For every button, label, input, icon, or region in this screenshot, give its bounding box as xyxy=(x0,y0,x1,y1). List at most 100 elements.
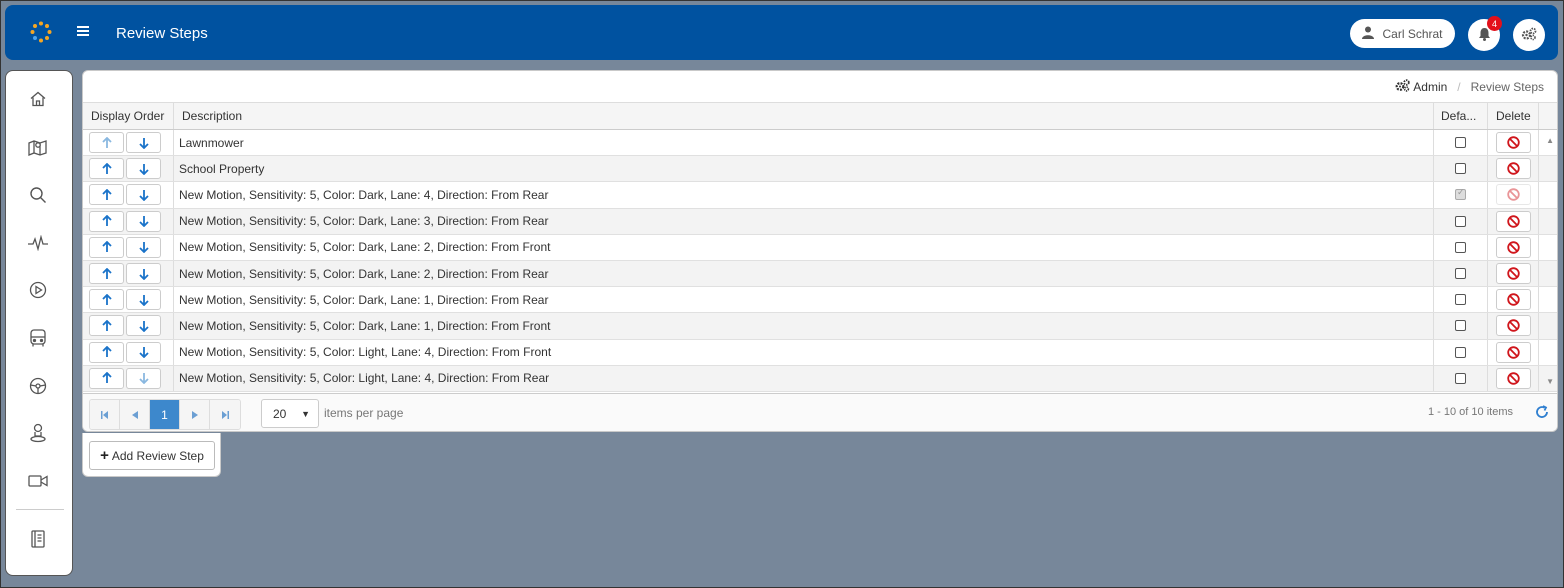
page-number-button[interactable]: 1 xyxy=(150,400,180,429)
move-down-button[interactable] xyxy=(126,184,161,206)
add-review-step-button[interactable]: + Add Review Step xyxy=(89,441,215,470)
description-cell: School Property xyxy=(174,156,1434,182)
move-up-button[interactable] xyxy=(89,184,124,206)
ban-icon xyxy=(1506,372,1520,385)
activity-icon[interactable] xyxy=(26,231,50,255)
arrow-up-icon xyxy=(101,215,112,227)
user-name: Carl Schrat xyxy=(1382,26,1443,41)
move-down-button[interactable] xyxy=(126,289,161,311)
move-up-button[interactable] xyxy=(89,132,124,154)
user-menu-button[interactable]: Carl Schrat xyxy=(1350,19,1455,48)
home-icon[interactable] xyxy=(26,87,50,111)
plus-icon: + xyxy=(100,447,109,464)
default-checkbox[interactable] xyxy=(1455,241,1466,253)
driver-icon[interactable] xyxy=(26,421,50,445)
default-checkbox[interactable] xyxy=(1455,294,1466,306)
move-up-button[interactable] xyxy=(89,289,124,311)
delete-button[interactable] xyxy=(1495,158,1531,180)
menu-toggle-icon[interactable] xyxy=(77,23,95,41)
move-up-button[interactable] xyxy=(89,315,124,337)
table-row[interactable]: New Motion, Sensitivity: 5, Color: Dark,… xyxy=(83,260,1557,288)
move-up-button[interactable] xyxy=(89,367,124,389)
play-icon[interactable] xyxy=(26,278,50,302)
arrow-up-icon xyxy=(101,188,112,200)
page-size-select[interactable]: 20 ▼ xyxy=(261,399,319,428)
refresh-icon[interactable] xyxy=(1535,405,1549,422)
move-up-button[interactable] xyxy=(89,158,124,180)
delete-button[interactable] xyxy=(1495,315,1531,337)
description-cell: New Motion, Sensitivity: 5, Color: Dark,… xyxy=(174,260,1434,287)
move-down-button[interactable] xyxy=(126,236,161,258)
move-up-button[interactable] xyxy=(89,236,124,258)
default-cell xyxy=(1434,182,1488,208)
display-order-cell xyxy=(83,339,174,365)
display-order-cell xyxy=(83,156,174,182)
previous-page-icon[interactable] xyxy=(120,400,150,429)
ban-icon xyxy=(1506,345,1520,359)
last-page-icon[interactable] xyxy=(210,400,240,429)
default-checkbox[interactable] xyxy=(1455,320,1466,332)
arrow-down-icon xyxy=(138,163,149,175)
move-down-button[interactable] xyxy=(126,210,161,232)
move-up-button[interactable] xyxy=(89,263,124,285)
app-logo-icon[interactable] xyxy=(29,20,53,44)
default-checkbox[interactable] xyxy=(1455,163,1466,175)
delete-button[interactable] xyxy=(1495,341,1531,363)
first-page-icon[interactable] xyxy=(90,400,120,429)
delete-button[interactable] xyxy=(1495,132,1531,154)
default-checkbox[interactable] xyxy=(1455,187,1466,201)
dropdown-caret-icon: ▼ xyxy=(301,408,310,419)
table-row[interactable]: New Motion, Sensitivity: 5, Color: Dark,… xyxy=(83,234,1557,261)
move-down-button[interactable] xyxy=(126,158,161,180)
delete-button[interactable] xyxy=(1495,263,1531,285)
table-row[interactable]: New Motion, Sensitivity: 5, Color: Dark,… xyxy=(83,182,1557,209)
delete-button[interactable] xyxy=(1495,184,1531,206)
delete-button[interactable] xyxy=(1495,289,1531,311)
arrow-up-icon xyxy=(101,136,112,148)
table-row[interactable]: School Property xyxy=(83,156,1557,183)
ban-icon xyxy=(1506,293,1520,306)
delete-button[interactable] xyxy=(1495,210,1531,232)
arrow-down-icon xyxy=(138,320,149,332)
move-down-button[interactable] xyxy=(126,132,161,154)
video-camera-icon[interactable] xyxy=(26,469,50,493)
move-down-button[interactable] xyxy=(126,367,161,389)
default-checkbox[interactable] xyxy=(1455,346,1466,358)
next-page-icon[interactable] xyxy=(180,400,210,429)
column-header-default[interactable]: Defa... xyxy=(1434,103,1488,129)
delete-button[interactable] xyxy=(1495,367,1531,389)
breadcrumb-admin-link[interactable]: Admin xyxy=(1413,80,1447,94)
default-checkbox[interactable] xyxy=(1455,268,1466,280)
table-row[interactable]: New Motion, Sensitivity: 5, Color: Light… xyxy=(83,365,1557,392)
arrow-down-icon xyxy=(138,294,149,306)
move-down-button[interactable] xyxy=(126,315,161,337)
logbook-icon[interactable] xyxy=(26,527,50,551)
move-up-button[interactable] xyxy=(89,210,124,232)
default-checkbox[interactable] xyxy=(1455,372,1466,384)
map-icon[interactable] xyxy=(26,135,50,159)
bus-icon[interactable] xyxy=(26,326,50,350)
arrow-up-icon xyxy=(101,372,112,384)
notifications-button[interactable]: 4 xyxy=(1468,16,1502,51)
column-header-description[interactable]: Description xyxy=(174,103,1434,129)
move-up-button[interactable] xyxy=(89,341,124,363)
delete-button[interactable] xyxy=(1495,236,1531,258)
table-row[interactable]: New Motion, Sensitivity: 5, Color: Light… xyxy=(83,339,1557,366)
move-down-button[interactable] xyxy=(126,341,161,363)
delete-cell xyxy=(1488,313,1539,339)
table-row[interactable]: New Motion, Sensitivity: 5, Color: Dark,… xyxy=(83,313,1557,340)
table-row[interactable]: New Motion, Sensitivity: 5, Color: Dark,… xyxy=(83,287,1557,314)
gears-icon xyxy=(1395,79,1411,95)
default-checkbox[interactable] xyxy=(1455,137,1466,149)
column-header-display-order[interactable]: Display Order xyxy=(83,103,174,129)
steering-wheel-icon[interactable] xyxy=(26,374,50,398)
scroll-up-arrow-icon[interactable]: ▲ xyxy=(1546,136,1554,145)
search-icon[interactable] xyxy=(26,183,50,207)
default-checkbox[interactable] xyxy=(1455,215,1466,227)
table-row[interactable]: New Motion, Sensitivity: 5, Color: Dark,… xyxy=(83,208,1557,235)
settings-button[interactable] xyxy=(1513,19,1545,51)
scroll-down-arrow-icon[interactable]: ▼ xyxy=(1546,377,1554,386)
table-row[interactable]: Lawnmower xyxy=(83,130,1557,157)
move-down-button[interactable] xyxy=(126,263,161,285)
breadcrumb-separator: / xyxy=(1457,80,1461,94)
